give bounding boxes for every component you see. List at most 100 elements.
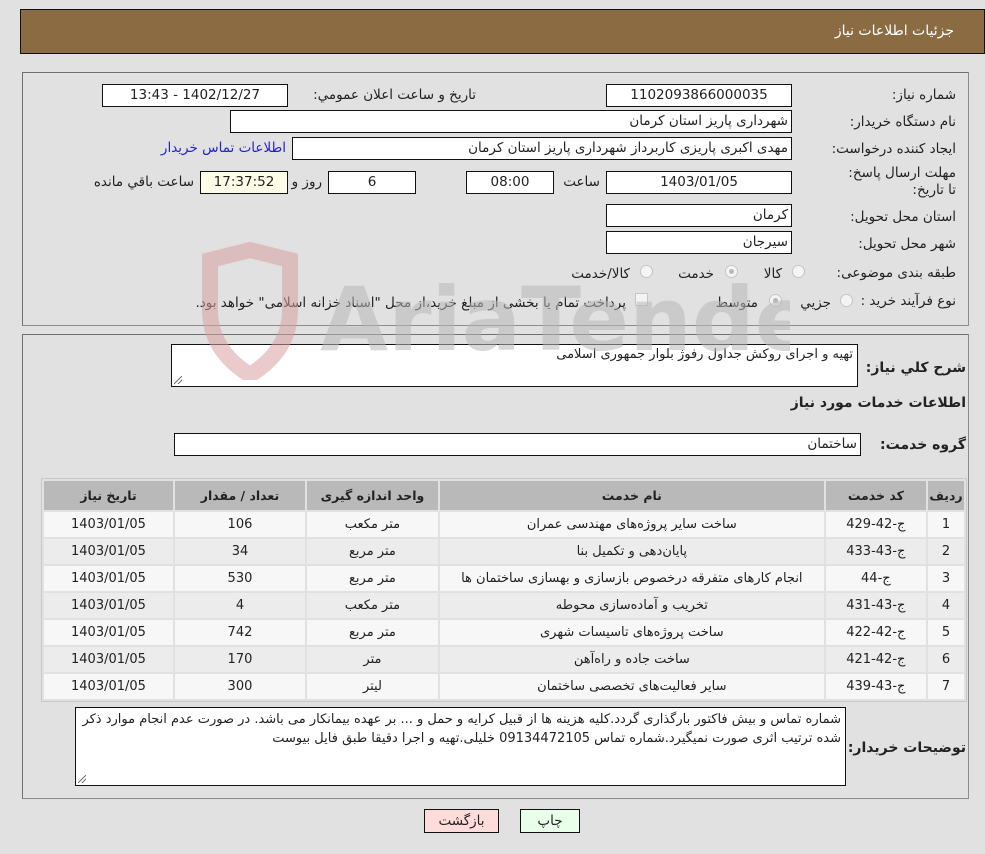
- cell-service-code: ج-42-429: [825, 512, 926, 537]
- cell-service-name: پایان‌دهی و تکمیل بنا: [439, 539, 824, 564]
- cell-need-date: 1403/01/05: [44, 674, 173, 699]
- cell-service-name: ساخت پروژه‌های تاسیسات شهری: [439, 620, 824, 645]
- resize-grip-icon[interactable]: [174, 376, 182, 384]
- buyer-notes-text: شماره تماس و بیش فاکتور بارگذاری گردد.کل…: [82, 712, 841, 746]
- treasury-checkbox[interactable]: [635, 293, 648, 306]
- days-label: روز و: [291, 174, 322, 190]
- back-button[interactable]: بازگشت: [424, 809, 499, 833]
- cell-need-date: 1403/01/05: [44, 593, 173, 618]
- table-row: 6 ج-42-421 ساخت جاده و راه‌آهن متر 170 1403/0…: [44, 647, 964, 672]
- cell-service-code: ج-43-431: [825, 593, 926, 618]
- province-field: کرمان: [606, 204, 792, 227]
- table-row: 1 ج-42-429 ساخت سایر پروژه‌های مهندسی عمرا…: [44, 512, 964, 537]
- deadline-date-field: 1403/01/05: [606, 171, 792, 194]
- buyer-org-field: شهرداری پاریز استان کرمان: [230, 110, 792, 133]
- creator-label: ایجاد کننده درخواست:: [831, 141, 956, 157]
- description-textarea[interactable]: تهیه و اجرای روکش جداول رفوژ بلوار جمهور…: [171, 344, 858, 387]
- services-panel: شرح کلي نیاز: تهیه و اجرای روکش جداول رف…: [22, 334, 969, 799]
- page-title: جزئیات اطلاعات نیاز: [834, 23, 954, 39]
- category-option-goods-service: کالا/خدمت: [571, 266, 630, 282]
- cell-unit: متر مربع: [306, 539, 438, 564]
- cell-unit: متر مربع: [306, 620, 438, 645]
- cell-unit: متر مربع: [306, 566, 438, 591]
- city-field: سیرجان: [606, 231, 792, 254]
- col-header-service-code: کد خدمت: [825, 481, 926, 510]
- cell-need-date: 1403/01/05: [44, 620, 173, 645]
- col-header-row-number: ردیف: [927, 481, 964, 510]
- buyer-notes-label: توضیحات خریدار:: [847, 740, 966, 756]
- remaining-time-label: ساعت باقي مانده: [93, 174, 194, 190]
- cell-need-date: 1403/01/05: [44, 566, 173, 591]
- process-radio-medium[interactable]: [769, 294, 782, 307]
- table-row: 3 ج-44 انجام کارهای متفرقه درخصوص بازسازی …: [44, 566, 964, 591]
- col-header-service-name: نام خدمت: [439, 481, 824, 510]
- table-row: 7 ج-43-439 سایر فعالیت‌های تخصصی ساختمان لی…: [44, 674, 964, 699]
- buyer-org-label: نام دستگاه خریدار:: [849, 114, 956, 130]
- cell-unit: متر: [306, 647, 438, 672]
- table-row: 2 ج-43-433 پایان‌دهی و تکمیل بنا متر مربع 34…: [44, 539, 964, 564]
- resize-grip-icon[interactable]: [78, 775, 86, 783]
- cell-need-date: 1403/01/05: [44, 539, 173, 564]
- category-radio-goods[interactable]: [792, 265, 805, 278]
- table-row: 4 ج-43-431 تخریب و آماده‌سازی محوطه متر مکع…: [44, 593, 964, 618]
- cell-row-number: 4: [927, 593, 964, 618]
- category-option-goods: کالا: [763, 266, 782, 282]
- cell-row-number: 5: [927, 620, 964, 645]
- cell-service-code: ج-42-421: [825, 647, 926, 672]
- cell-row-number: 1: [927, 512, 964, 537]
- col-header-quantity: تعداد / مقدار: [174, 481, 305, 510]
- cell-quantity: 34: [174, 539, 305, 564]
- cell-need-date: 1403/01/05: [44, 512, 173, 537]
- cell-row-number: 2: [927, 539, 964, 564]
- remaining-time-field: 17:37:52: [200, 171, 288, 194]
- cell-quantity: 300: [174, 674, 305, 699]
- purchase-process-label: نوع فرآیند خرید :: [860, 293, 956, 309]
- need-number-field: 1102093866000035: [606, 84, 792, 107]
- days-remaining-field: 6: [328, 171, 416, 194]
- print-button[interactable]: چاپ: [520, 809, 580, 833]
- cell-service-name: انجام کارهای متفرقه درخصوص بازسازی و بهس…: [439, 566, 824, 591]
- col-header-need-date: تاریخ نیاز: [44, 481, 173, 510]
- need-info-panel: شماره نیاز: 1102093866000035 تاریخ و ساع…: [22, 72, 969, 326]
- category-label: طبقه بندی موضوعی:: [836, 265, 956, 281]
- cell-service-code: ج-42-422: [825, 620, 926, 645]
- process-option-medium: متوسط: [715, 295, 758, 311]
- category-radio-service[interactable]: [725, 265, 738, 278]
- announce-date-field: 1402/12/27 - 13:43: [102, 84, 288, 107]
- cell-quantity: 742: [174, 620, 305, 645]
- cell-row-number: 6: [927, 647, 964, 672]
- deadline-time-label: ساعت: [563, 174, 600, 190]
- cell-row-number: 3: [927, 566, 964, 591]
- cell-need-date: 1403/01/05: [44, 647, 173, 672]
- treasury-checkbox-label: پرداخت تمام یا بخشی از مبلغ خرید،از محل …: [195, 295, 626, 311]
- need-number-label: شماره نیاز:: [891, 87, 956, 103]
- category-radio-goods-service[interactable]: [640, 265, 653, 278]
- cell-row-number: 7: [927, 674, 964, 699]
- buyer-notes-textarea[interactable]: شماره تماس و بیش فاکتور بارگذاری گردد.کل…: [75, 707, 846, 786]
- cell-service-name: تخریب و آماده‌سازی محوطه: [439, 593, 824, 618]
- col-header-unit: واحد اندازه گیری: [306, 481, 438, 510]
- cell-unit: متر مکعب: [306, 512, 438, 537]
- cell-service-code: ج-43-439: [825, 674, 926, 699]
- cell-quantity: 4: [174, 593, 305, 618]
- cell-quantity: 106: [174, 512, 305, 537]
- process-radio-minor[interactable]: [840, 294, 853, 307]
- cell-service-name: ساخت سایر پروژه‌های مهندسی عمران: [439, 512, 824, 537]
- cell-service-code: ج-43-433: [825, 539, 926, 564]
- page-header: جزئیات اطلاعات نیاز: [20, 9, 985, 54]
- process-option-minor: جزيي: [800, 295, 831, 311]
- cell-unit: لیتر: [306, 674, 438, 699]
- cell-service-name: سایر فعالیت‌های تخصصی ساختمان: [439, 674, 824, 699]
- buyer-contact-link[interactable]: اطلاعات تماس خریدار: [161, 140, 286, 156]
- cell-service-code: ج-44: [825, 566, 926, 591]
- cell-quantity: 170: [174, 647, 305, 672]
- deadline-label: مهلت ارسال پاسخ: تا تاریخ:: [848, 165, 956, 198]
- service-group-label: گروه خدمت:: [880, 437, 966, 453]
- province-label: استان محل تحویل:: [850, 209, 956, 225]
- cell-quantity: 530: [174, 566, 305, 591]
- deadline-time-field: 08:00: [466, 171, 554, 194]
- category-option-service: خدمت: [678, 266, 714, 282]
- cell-service-name: ساخت جاده و راه‌آهن: [439, 647, 824, 672]
- description-text: تهیه و اجرای روکش جداول رفوژ بلوار جمهور…: [556, 347, 853, 362]
- services-section-title: اطلاعات خدمات مورد نیاز: [790, 395, 966, 411]
